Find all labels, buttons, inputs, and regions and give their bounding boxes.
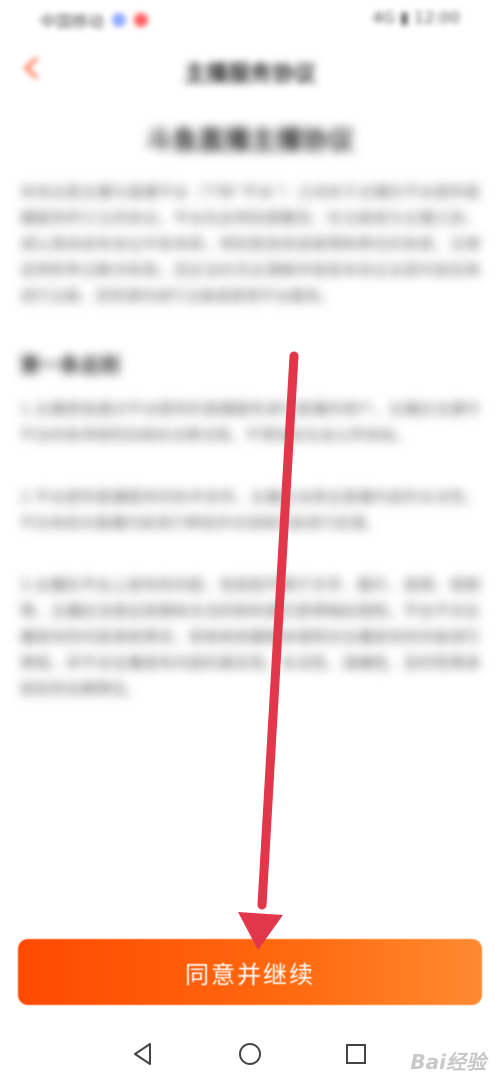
- section-paragraph: 2.平台提供直播服务的技术支持，主播应当保证直播内容的合法性，平台有权对直播内容…: [20, 488, 480, 532]
- watermark: Bai经验: [410, 1050, 486, 1074]
- page-title: 主播服务协议: [183, 62, 316, 87]
- notification-icon: [134, 13, 149, 27]
- carrier-label: 中国移动: [40, 12, 105, 31]
- notification-icon: [112, 13, 127, 27]
- system-nav-bar: Bai经验: [0, 1025, 500, 1083]
- title-bar: 主播服务协议: [0, 44, 500, 94]
- document-intro: 本协议是主播与直播平台（下称“平台”）之间关于主播在平台提供直播服务所订立的协议…: [20, 183, 480, 305]
- document-title: 斗鱼直播主播协议: [145, 126, 354, 156]
- agree-continue-button[interactable]: 同意并继续: [18, 939, 482, 1005]
- section-heading: 第一条总则: [20, 353, 120, 377]
- circle-home-icon[interactable]: [237, 1041, 263, 1067]
- section-paragraph: 1.主播是指通过平台提供的直播服务进行直播的用户，主播应当遵守平台的各项规则及相…: [20, 400, 480, 444]
- app-screen: 中国移动 4G ▮ 12:00 主播服务协议 斗鱼直播主播协议 本协议是主播与直…: [0, 0, 500, 1083]
- section-paragraph: 3.主播在平台上发布的内容，包括但不限于文字、图片、音频、视频等，主播应当保证其…: [20, 576, 480, 698]
- agree-button-label: 同意并继续: [185, 960, 315, 989]
- status-bar-left: 中国移动: [40, 8, 149, 32]
- status-bar: 中国移动 4G ▮ 12:00: [0, 0, 500, 36]
- agreement-document: 斗鱼直播主播协议 本协议是主播与直播平台（下称“平台”）之间关于主播在平台提供直…: [20, 110, 480, 738]
- triangle-back-icon[interactable]: [130, 1041, 156, 1067]
- square-recent-icon[interactable]: [343, 1041, 369, 1067]
- status-bar-right: 4G ▮ 12:00: [372, 8, 460, 27]
